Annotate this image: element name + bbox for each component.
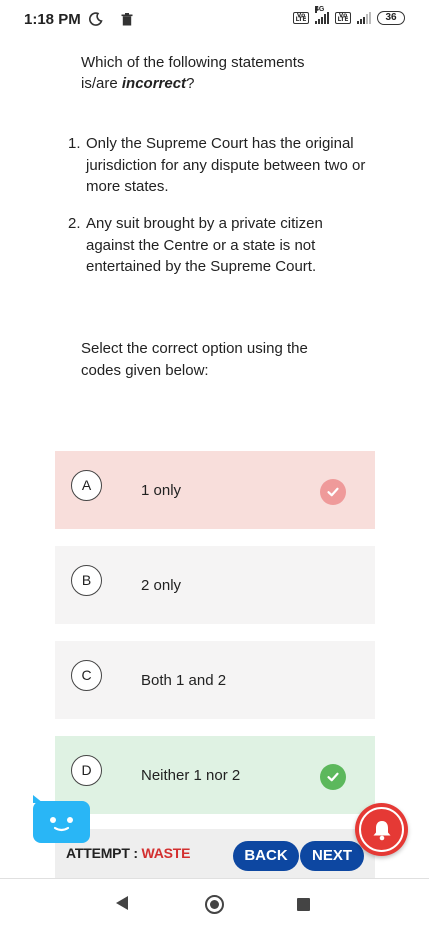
option-letter: D: [71, 755, 102, 786]
option-c[interactable]: C Both 1 and 2: [55, 641, 375, 719]
check-icon: [320, 479, 346, 505]
option-d[interactable]: D Neither 1 nor 2: [55, 736, 375, 814]
attempt-value: WASTE: [141, 845, 191, 861]
chat-bot-icon[interactable]: [33, 795, 90, 843]
option-text: 2 only: [141, 576, 182, 594]
network-label: 4G: [315, 6, 325, 13]
signal-icon-2: [357, 12, 371, 24]
attempt-status: ATTEMPT : WASTE: [66, 845, 190, 861]
statement-item: 1. Only the Supreme Court has the origin…: [68, 133, 368, 198]
status-bar: 1:18 PM Vo LTE 4G Vo LTE 36: [0, 0, 429, 38]
battery-icon: 36: [377, 11, 405, 25]
check-icon: [320, 764, 346, 790]
option-letter: C: [71, 660, 102, 691]
trash-icon: [121, 12, 133, 25]
next-button[interactable]: NEXT: [300, 841, 364, 871]
moon-icon: [88, 12, 103, 26]
statement-number: 2.: [68, 215, 81, 232]
volte-icon: Vo LTE: [293, 12, 309, 24]
question-text: Which of the following statements is/are…: [81, 52, 341, 94]
nav-recents-icon[interactable]: [297, 898, 310, 911]
status-icons: Vo LTE 4G Vo LTE 36: [293, 6, 405, 25]
statement-text: Only the Supreme Court has the original …: [86, 135, 366, 195]
statement-item: 2. Any suit brought by a private citizen…: [68, 213, 368, 278]
option-letter: B: [71, 565, 102, 596]
signal-icon: 4G: [315, 6, 329, 24]
instruction-text: Select the correct option using the code…: [81, 340, 308, 379]
question-suffix: ?: [186, 75, 195, 92]
question-emphasis: incorrect: [121, 75, 187, 92]
bottom-action-bar: ATTEMPT : WASTE BACK NEXT: [55, 829, 375, 878]
option-letter: A: [71, 470, 102, 501]
back-button[interactable]: BACK: [233, 841, 299, 871]
option-text: 1 only: [141, 481, 182, 499]
statement-text: Any suit brought by a private citizen ag…: [86, 215, 323, 275]
system-nav-bar: [0, 878, 429, 930]
volte-icon-2: Vo LTE: [335, 12, 351, 24]
nav-home-icon[interactable]: [205, 895, 224, 914]
option-text: Neither 1 nor 2: [141, 766, 241, 784]
attempt-label: ATTEMPT :: [66, 845, 142, 861]
option-a[interactable]: A 1 only: [55, 451, 375, 529]
option-text: Both 1 and 2: [141, 671, 227, 689]
nav-back-icon[interactable]: [116, 896, 128, 910]
option-b[interactable]: B 2 only: [55, 546, 375, 624]
bell-icon[interactable]: [355, 803, 408, 856]
status-time: 1:18 PM: [24, 10, 81, 28]
statement-number: 1.: [68, 135, 81, 152]
